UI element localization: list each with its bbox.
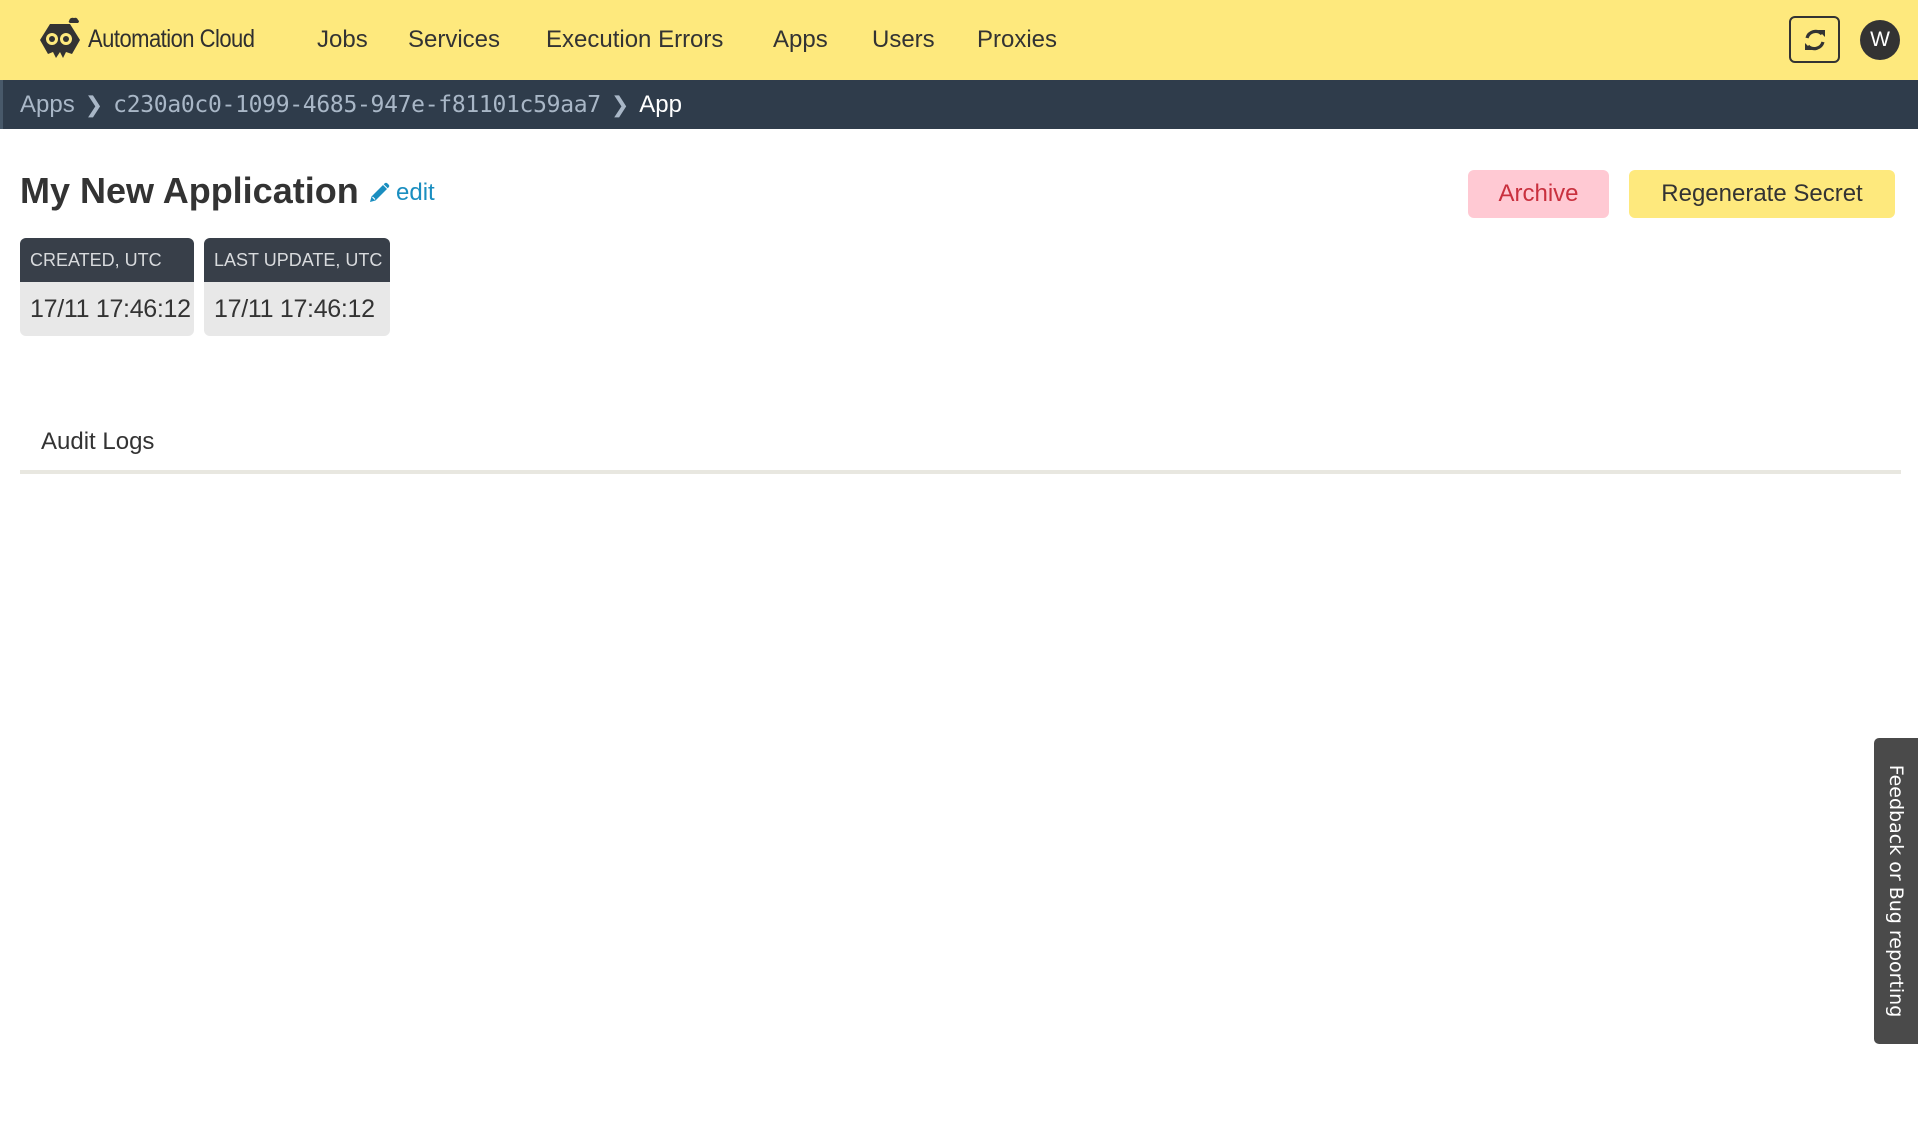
last-update-timestamp-badge: LAST UPDATE, UTC 17/11 17:46:12 bbox=[204, 238, 390, 336]
nav-apps[interactable]: Apps bbox=[773, 25, 828, 55]
chevron-right-icon: ❯ bbox=[610, 91, 630, 117]
refresh-button[interactable] bbox=[1789, 16, 1840, 63]
breadcrumb-apps[interactable]: Apps bbox=[20, 91, 75, 119]
owl-logo-icon bbox=[40, 17, 80, 58]
refresh-icon bbox=[1804, 29, 1825, 50]
last-update-value: 17/11 17:46:12 bbox=[214, 294, 375, 323]
breadcrumb: Apps ❯ c230a0c0-1099-4685-947e-f81101c59… bbox=[0, 80, 1918, 129]
chevron-right-icon: ❯ bbox=[84, 91, 104, 117]
created-label: CREATED, UTC bbox=[20, 238, 194, 282]
regenerate-secret-button[interactable]: Regenerate Secret bbox=[1629, 170, 1895, 218]
created-value: 17/11 17:46:12 bbox=[30, 294, 191, 323]
breadcrumb-app-id[interactable]: c230a0c0-1099-4685-947e-f81101c59aa7 bbox=[113, 92, 601, 118]
page-title: My New Application bbox=[20, 170, 359, 211]
nav-proxies[interactable]: Proxies bbox=[977, 25, 1057, 55]
top-navigation-bar: Automation Cloud Jobs Services Execution… bbox=[0, 0, 1918, 80]
pencil-icon bbox=[370, 182, 390, 202]
brand-logo[interactable]: Automation Cloud bbox=[36, 16, 277, 62]
tab-divider bbox=[20, 470, 1901, 474]
nav-services[interactable]: Services bbox=[408, 25, 500, 55]
feedback-tab[interactable]: Feedback or Bug reporting bbox=[1874, 738, 1918, 1044]
user-avatar[interactable]: W bbox=[1860, 20, 1900, 60]
last-update-label: LAST UPDATE, UTC bbox=[204, 238, 390, 282]
archive-button[interactable]: Archive bbox=[1468, 170, 1609, 218]
feedback-label: Feedback or Bug reporting bbox=[1885, 764, 1907, 1018]
brand-name: Automation Cloud bbox=[88, 24, 255, 53]
breadcrumb-current: App bbox=[639, 90, 682, 118]
edit-title-link[interactable]: edit bbox=[367, 178, 435, 208]
nav-users[interactable]: Users bbox=[872, 25, 935, 55]
nav-jobs[interactable]: Jobs bbox=[317, 25, 368, 55]
created-timestamp-badge: CREATED, UTC 17/11 17:46:12 bbox=[20, 238, 194, 336]
tab-audit-logs[interactable]: Audit Logs bbox=[41, 427, 154, 457]
edit-label: edit bbox=[396, 179, 435, 206]
nav-execution-errors[interactable]: Execution Errors bbox=[546, 25, 723, 55]
